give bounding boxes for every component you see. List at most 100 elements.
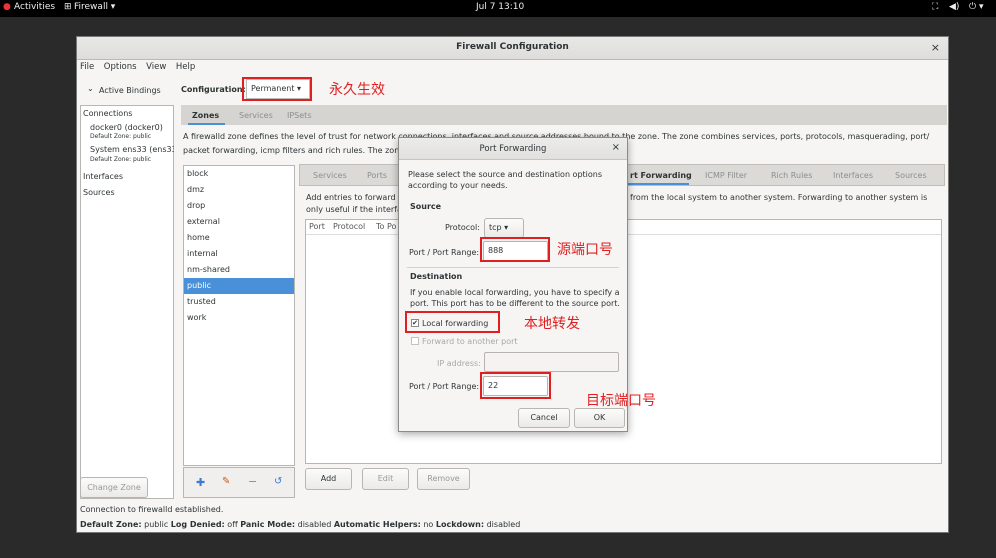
cancel-button[interactable]: Cancel (518, 408, 570, 428)
pf-description-1: Add entries to forward p (306, 193, 404, 202)
zone-item[interactable]: internal (187, 249, 218, 258)
pf-description-2: only useful if the interfa (306, 205, 402, 214)
column-to-port[interactable]: To Po (376, 222, 396, 231)
activities-button[interactable]: Activities (14, 2, 55, 12)
ip-address-label: IP address: (437, 359, 481, 368)
dialog-intro: Please select the source and destination… (408, 170, 603, 190)
active-bindings-toggle[interactable]: ⌄ Active Bindings (77, 79, 174, 101)
zone-item[interactable]: home (187, 233, 210, 242)
dialog-title: Port Forwarding (479, 144, 547, 154)
power-icon[interactable]: ⏻ ▾ (969, 2, 984, 12)
subtab-sources[interactable]: Sources (895, 171, 927, 180)
tab-zones[interactable]: Zones (192, 111, 219, 120)
zone-description-2: packet forwarding, icmp filters and rich… (183, 146, 405, 155)
dialog-separator (407, 267, 619, 268)
configuration-label: Configuration: (181, 85, 246, 94)
menu-view[interactable]: View (146, 60, 166, 74)
status-log-denied: off (227, 520, 238, 529)
annotation-source-port: 源端口号 (557, 242, 613, 258)
remove-button[interactable]: Remove (417, 468, 470, 490)
add-zone-icon[interactable]: ✚ (196, 476, 205, 489)
status-helpers: no (423, 520, 434, 529)
connection-ens33[interactable]: System ens33 (ens33) (90, 145, 174, 154)
tab-zones-indicator (188, 123, 225, 125)
menu-options[interactable]: Options (104, 60, 137, 74)
subtab-rich-rules[interactable]: Rich Rules (771, 171, 812, 180)
subtab-ports[interactable]: Ports (367, 171, 387, 180)
change-zone-button[interactable]: Change Zone (80, 477, 148, 498)
annotation-box-local-forward (405, 311, 500, 333)
status-panic: disabled (297, 520, 332, 529)
zone-item[interactable]: work (187, 313, 206, 322)
zone-list: block dmz drop external home internal nm… (183, 165, 295, 466)
connection-docker0-zone: Default Zone: public (90, 133, 152, 140)
network-icon[interactable]: ⛶ (932, 2, 938, 12)
window-titlebar[interactable]: Firewall Configuration × (77, 37, 948, 60)
status-panic-label: Panic Mode: (240, 520, 296, 529)
zone-toolbar: ✚ ✎ − ↺ (183, 467, 295, 498)
column-port[interactable]: Port (309, 222, 325, 231)
subtab-port-forwarding[interactable]: rt Forwarding (630, 171, 692, 180)
zone-item[interactable]: trusted (187, 297, 216, 306)
status-lockdown-label: Lockdown: (435, 520, 485, 529)
status-helpers-label: Automatic Helpers: (333, 520, 421, 529)
pf-description-right: from the local system to another system.… (630, 193, 928, 202)
status-default-zone-label: Default Zone: (80, 520, 142, 529)
status-log-denied-label: Log Denied: (170, 520, 225, 529)
subtab-interfaces[interactable]: Interfaces (833, 171, 873, 180)
ip-address-input[interactable] (484, 352, 619, 372)
dialog-close-icon[interactable]: × (612, 142, 620, 153)
tab-ipsets[interactable]: IPSets (287, 111, 312, 120)
subtab-services[interactable]: Services (313, 171, 347, 180)
connection-docker0[interactable]: docker0 (docker0) (90, 123, 163, 132)
edit-zone-icon[interactable]: ✎ (222, 476, 230, 487)
forward-other-port-label: Forward to another port (422, 337, 518, 346)
interfaces-header: Interfaces (83, 172, 123, 181)
protocol-select[interactable]: tcp ▾ (484, 218, 524, 238)
zone-item[interactable]: block (187, 169, 208, 178)
subtab-indicator (627, 183, 689, 185)
active-bindings-label: Active Bindings (99, 86, 161, 95)
destination-description: If you enable local forwarding, you have… (410, 288, 620, 308)
source-header: Source (410, 202, 442, 211)
volume-icon[interactable]: ◀) (949, 2, 959, 12)
annotation-box-dest-port (480, 372, 551, 399)
load-defaults-icon[interactable]: ↺ (274, 476, 282, 487)
annotation-box-config (242, 77, 312, 101)
tab-services[interactable]: Services (239, 111, 273, 120)
annotation-dest-port: 目标端口号 (586, 393, 656, 409)
annotation-local-forward: 本地转发 (524, 316, 580, 332)
edit-button[interactable]: Edit (362, 468, 409, 490)
menu-help[interactable]: Help (176, 60, 195, 74)
redhat-logo-icon: ● (3, 2, 11, 12)
zone-item[interactable]: nm-shared (187, 265, 230, 274)
add-button[interactable]: Add (305, 468, 352, 490)
connections-header: Connections (83, 109, 133, 118)
status-lockdown: disabled (486, 520, 521, 529)
source-port-label: Port / Port Range: (409, 248, 480, 257)
annotation-box-source-port (480, 237, 550, 262)
window-title: Firewall Configuration (456, 42, 569, 52)
destination-header: Destination (410, 272, 463, 281)
menu-file[interactable]: File (80, 60, 94, 74)
zone-item-selected[interactable]: public (187, 281, 211, 290)
zone-item[interactable]: external (187, 217, 220, 226)
column-protocol[interactable]: Protocol (333, 222, 365, 231)
dialog-titlebar[interactable]: Port Forwarding × (399, 138, 627, 160)
clock[interactable]: Jul 7 13:10 (476, 2, 524, 12)
zone-item[interactable]: drop (187, 201, 205, 210)
app-menu[interactable]: Firewall ▾ (74, 2, 115, 12)
subtab-icmp-filter[interactable]: ICMP Filter (705, 171, 747, 180)
annotation-permanent: 永久生效 (329, 82, 385, 98)
chevron-down-icon: ⌄ (87, 84, 94, 93)
protocol-label: Protocol: (445, 223, 480, 232)
remove-zone-icon[interactable]: − (248, 475, 257, 488)
gnome-top-bar: ● Activities ⊞ Firewall ▾ Jul 7 13:10 ⛶ … (0, 0, 996, 17)
zone-item[interactable]: dmz (187, 185, 204, 194)
forward-other-port-checkbox[interactable] (411, 337, 419, 345)
connection-ens33-zone: Default Zone: public (90, 156, 152, 163)
dest-port-label: Port / Port Range: (409, 382, 480, 391)
close-icon[interactable]: × (931, 41, 940, 54)
status-default-zone: public (144, 520, 169, 529)
ok-button[interactable]: OK (574, 408, 625, 428)
